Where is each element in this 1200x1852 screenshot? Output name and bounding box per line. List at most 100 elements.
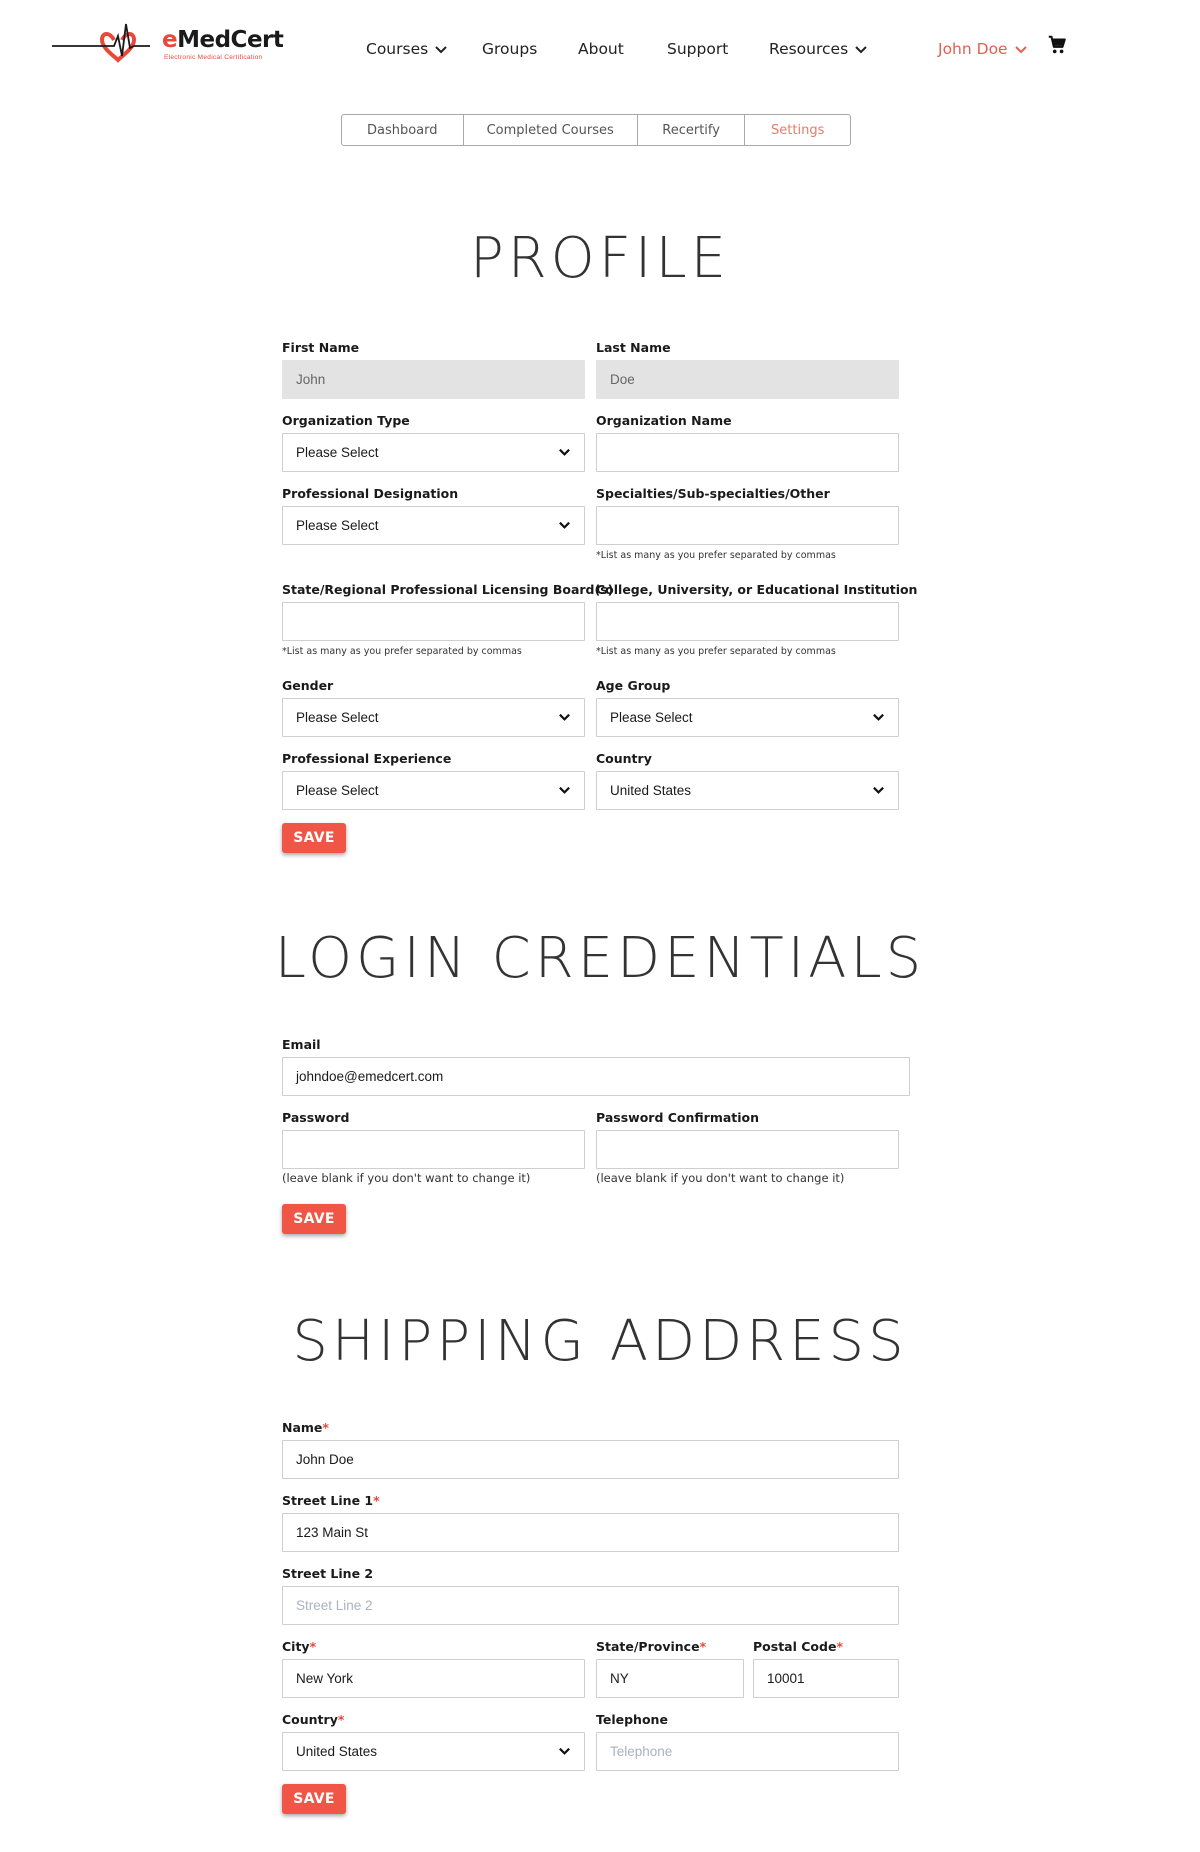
nav-courses[interactable]: Courses [366, 40, 448, 58]
organization-type-select[interactable]: Please Select [282, 433, 585, 472]
shipping-address-heading: SHIPPING ADDRESS [292, 1309, 908, 1374]
nav-resources-label: Resources [769, 40, 849, 58]
gender-label: Gender [282, 678, 334, 693]
organization-name-label: Organization Name [596, 413, 732, 428]
chevron-down-icon [873, 713, 884, 721]
specialties-input[interactable] [596, 506, 899, 545]
street-line-1-label: Street Line 1* [282, 1493, 380, 1508]
tab-completed-courses[interactable]: Completed Courses [464, 115, 638, 145]
logo-tagline: Electronic Medical Certification [164, 54, 263, 61]
nav-user-menu[interactable]: John Doe [938, 40, 1028, 58]
postal-code-label: Postal Code* [753, 1639, 843, 1654]
gender-select[interactable]: Please Select [282, 698, 585, 737]
chevron-down-icon [1014, 46, 1027, 54]
required-marker: * [836, 1639, 843, 1654]
shopping-cart-icon[interactable] [1046, 34, 1068, 56]
professional-experience-value: Please Select [296, 783, 379, 798]
required-marker: * [322, 1420, 329, 1435]
last-name-label: Last Name [596, 340, 671, 355]
email-field[interactable]: johndoe@emedcert.com [282, 1057, 910, 1096]
shipping-name-label: Name* [282, 1420, 329, 1435]
shipping-country-select[interactable]: United States [282, 1732, 585, 1771]
institution-label: College, University, or Educational Inst… [596, 582, 918, 597]
street-line-2-label: Street Line 2 [282, 1566, 374, 1581]
age-group-select[interactable]: Please Select [596, 698, 899, 737]
licensing-board-hint: *List as many as you prefer separated by… [282, 646, 522, 657]
institution-input[interactable] [596, 602, 899, 641]
emedcert-logo[interactable]: eMedCert Electronic Medical Certificatio… [52, 18, 284, 68]
chevron-down-icon [559, 521, 570, 529]
city-field[interactable]: New York [282, 1659, 585, 1698]
chevron-down-icon [435, 46, 447, 54]
password-field[interactable] [282, 1130, 585, 1169]
licensing-board-label: State/Regional Professional Licensing Bo… [282, 582, 614, 597]
password-label: Password [282, 1110, 350, 1125]
required-marker: * [309, 1639, 317, 1654]
specialties-hint: *List as many as you prefer separated by… [596, 550, 836, 561]
age-group-label: Age Group [596, 678, 671, 693]
specialties-label: Specialties/Sub-specialties/Other [596, 486, 830, 501]
country-value: United States [610, 783, 692, 798]
street-line-2-field[interactable]: Street Line 2 [282, 1586, 899, 1625]
street-line-1-field[interactable]: 123 Main St [282, 1513, 899, 1552]
state-province-field[interactable]: NY [596, 1659, 744, 1698]
professional-designation-select[interactable]: Please Select [282, 506, 585, 545]
nav-resources[interactable]: Resources [769, 40, 868, 58]
chevron-down-icon [559, 786, 570, 794]
organization-type-value: Please Select [296, 445, 379, 460]
user-name: John Doe [938, 40, 1008, 58]
profile-save-button[interactable]: SAVE [282, 823, 346, 853]
chevron-down-icon [559, 713, 570, 721]
site-header: eMedCert Electronic Medical Certificatio… [0, 0, 1200, 100]
postal-code-field[interactable]: 10001 [753, 1659, 899, 1698]
email-label: Email [282, 1037, 321, 1052]
institution-hint: *List as many as you prefer separated by… [596, 646, 836, 657]
professional-designation-value: Please Select [296, 518, 379, 533]
tab-settings[interactable]: Settings [745, 115, 850, 145]
nav-about-label: About [578, 40, 624, 58]
nav-courses-label: Courses [366, 40, 429, 58]
shipping-country-label: Country* [282, 1712, 345, 1727]
logo-wordmark: eMedCert [162, 27, 284, 53]
country-label: Country [596, 751, 652, 766]
nav-groups[interactable]: Groups [482, 40, 537, 58]
shipping-country-value: United States [296, 1744, 378, 1759]
password-confirmation-label: Password Confirmation [596, 1110, 760, 1125]
shipping-save-button[interactable]: SAVE [282, 1784, 346, 1814]
organization-type-label: Organization Type [282, 413, 410, 428]
shipping-name-field[interactable]: John Doe [282, 1440, 899, 1479]
professional-experience-select[interactable]: Please Select [282, 771, 585, 810]
nav-support[interactable]: Support [667, 40, 728, 58]
age-group-value: Please Select [610, 710, 693, 725]
heartbeat-logo-icon [52, 23, 150, 63]
gender-value: Please Select [296, 710, 379, 725]
licensing-board-input[interactable] [282, 602, 585, 641]
required-marker: * [373, 1493, 380, 1508]
tab-dashboard[interactable]: Dashboard [342, 115, 464, 145]
account-tabs: Dashboard Completed Courses Recertify Se… [341, 114, 851, 146]
telephone-label: Telephone [596, 1712, 668, 1727]
required-marker: * [699, 1639, 707, 1654]
chevron-down-icon [559, 1747, 570, 1755]
chevron-down-icon [559, 448, 570, 456]
first-name-field: John [282, 360, 585, 399]
chevron-down-icon [873, 786, 884, 794]
last-name-field: Doe [596, 360, 899, 399]
password-confirmation-field[interactable] [596, 1130, 899, 1169]
login-credentials-heading: LOGIN CREDENTIALS [274, 926, 926, 991]
first-name-label: First Name [282, 340, 360, 355]
organization-name-input[interactable] [596, 433, 899, 472]
nav-support-label: Support [667, 40, 729, 58]
tab-recertify[interactable]: Recertify [638, 115, 746, 145]
chevron-down-icon [855, 46, 867, 54]
login-save-button[interactable]: SAVE [282, 1204, 346, 1234]
password-confirmation-hint: (leave blank if you don't want to change… [596, 1171, 845, 1185]
city-label: City* [282, 1639, 317, 1654]
nav-groups-label: Groups [482, 40, 538, 58]
profile-heading: PROFILE [469, 226, 731, 291]
professional-designation-label: Professional Designation [282, 486, 459, 501]
telephone-field[interactable]: Telephone [596, 1732, 899, 1771]
country-select[interactable]: United States [596, 771, 899, 810]
nav-about[interactable]: About [578, 40, 624, 58]
required-marker: * [337, 1712, 345, 1727]
